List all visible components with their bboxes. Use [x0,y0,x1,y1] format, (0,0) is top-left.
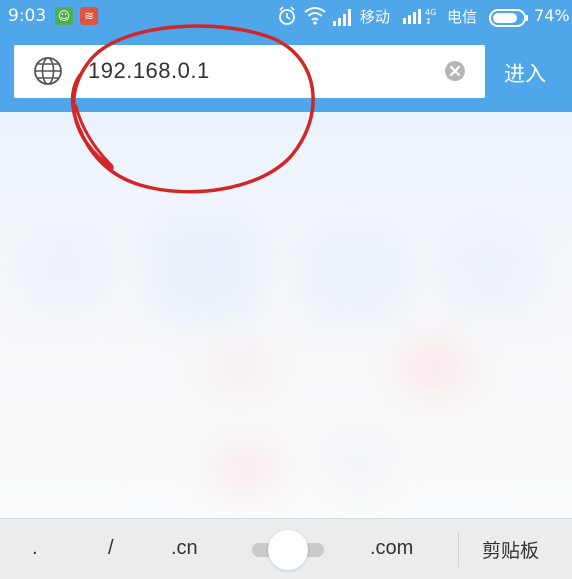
cursor-slider-knob[interactable] [268,530,308,570]
key-com[interactable]: .com [370,537,413,560]
clipboard-button[interactable]: 剪贴板 [482,536,539,563]
app-notification-icon: ≋ [80,7,98,25]
key-dot[interactable]: . [32,537,38,560]
divider [458,531,459,567]
wechat-notification-icon: ☺ [55,7,73,25]
signal-4g-icon: 4G ↕ [403,8,436,26]
globe-icon [34,57,62,85]
network-tag: 4G [425,8,436,17]
key-cn[interactable]: .cn [171,537,198,560]
blurred-tile [330,432,390,487]
battery-icon [489,9,528,27]
address-bar[interactable]: 192.168.0.1 [14,45,485,98]
blurred-tile [440,227,540,317]
svg-text:↕: ↕ [425,17,432,26]
blurred-tile [20,232,110,312]
blurred-tile [210,442,280,492]
blurred-tile [210,342,270,392]
blurred-tile [400,337,470,397]
blurred-tile [150,222,260,322]
status-time: 9:03 [8,6,47,26]
carrier-primary: 移动 [360,8,391,26]
url-input[interactable]: 192.168.0.1 [88,58,210,84]
key-slash[interactable]: / [108,537,114,560]
blurred-tile [300,232,410,322]
signal-icon [333,9,351,26]
status-bar: 9:03 ☺ ≋ 移动 4G ↕ 电信 74% [0,0,572,34]
wifi-icon [304,7,326,25]
go-button[interactable]: 进入 [504,58,546,88]
alarm-icon [279,6,295,25]
battery-percent: 74% [534,6,570,25]
carrier-secondary: 电信 [447,8,478,26]
clear-icon[interactable] [444,60,466,82]
keyboard-shortcut-bar: . / .cn .com 剪贴板 [0,518,572,579]
page-content-blurred [0,112,572,518]
